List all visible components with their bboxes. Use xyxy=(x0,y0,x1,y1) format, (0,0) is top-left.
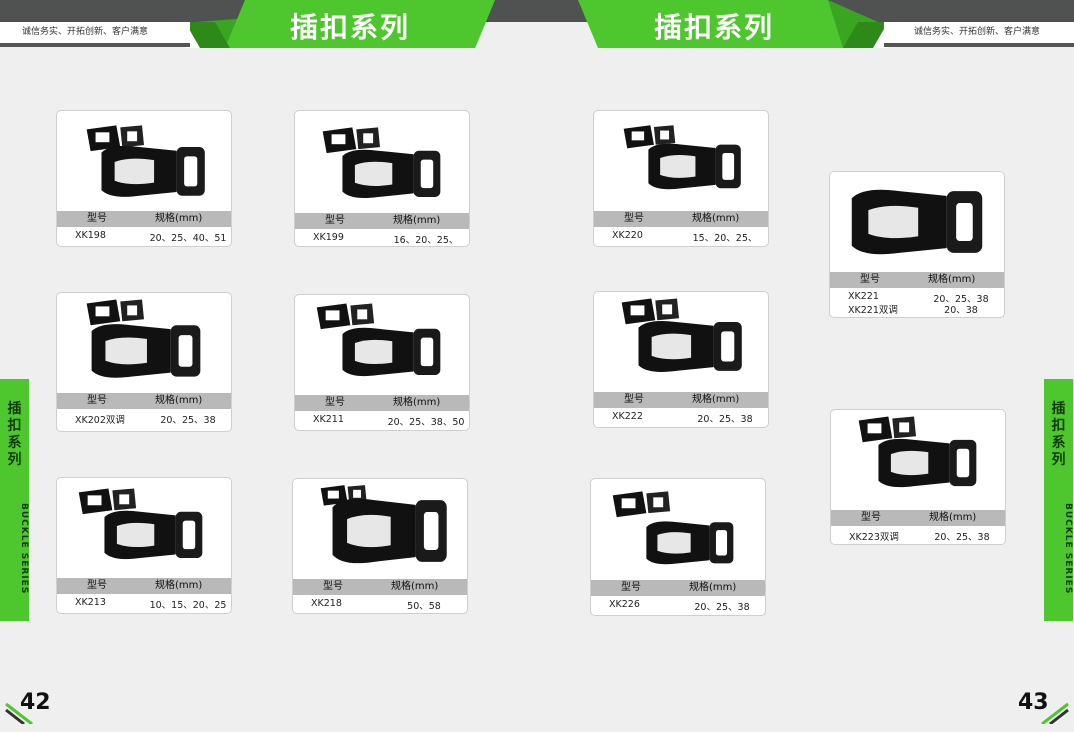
header-spec: 规格(mm) xyxy=(929,512,977,523)
header-model: 型号 xyxy=(621,582,641,593)
header-spec: 规格(mm) xyxy=(155,395,203,406)
slogan-underline-right xyxy=(884,43,1074,47)
side-label-cn: 插扣系列 xyxy=(7,401,22,468)
table-header: 型号 规格(mm) xyxy=(831,510,1005,526)
model-cell: XK202双调 xyxy=(75,415,125,426)
product-card[interactable]: 型号 规格(mm) XK211 20、25、38、50 xyxy=(294,294,470,431)
title-left: 插扣系列 xyxy=(290,11,411,44)
model-cell: XK211 xyxy=(313,414,344,425)
header-model: 型号 xyxy=(860,274,880,285)
product-image-buckle xyxy=(623,125,741,190)
title-right: 插扣系列 xyxy=(654,11,775,44)
table-header: 型号 规格(mm) xyxy=(594,211,768,227)
model-cell: XK199 xyxy=(313,232,344,243)
header-spec: 规格(mm) xyxy=(689,582,737,593)
product-image-buckle xyxy=(621,298,742,372)
product-card[interactable]: 型号 规格(mm) XK223双调 20、25、38 xyxy=(830,409,1006,545)
header-model: 型号 xyxy=(87,395,107,406)
side-tab-right: 插扣系列 BUCKLE SERIES xyxy=(1044,379,1073,621)
side-label-cn: 插扣系列 xyxy=(1051,401,1066,468)
header-model: 型号 xyxy=(323,581,343,592)
model-cell: XK220 xyxy=(612,230,643,241)
spec-cell: 20、25、38 xyxy=(694,602,750,613)
model-cell: XK221双调 xyxy=(848,305,898,316)
product-image-buckle xyxy=(612,491,734,565)
table-header: 型号 规格(mm) xyxy=(57,211,231,227)
spec-cell: 15、20、25、32、40、50 xyxy=(692,233,758,244)
table-header: 型号 规格(mm) xyxy=(295,395,469,411)
side-tab-left: 插扣系列 BUCKLE SERIES xyxy=(0,379,29,621)
spec-cell: 20、38 xyxy=(944,305,978,316)
header-spec: 规格(mm) xyxy=(155,213,203,224)
table-header: 型号 规格(mm) xyxy=(830,272,1004,288)
product-image-buckle xyxy=(858,416,977,488)
header-model: 型号 xyxy=(325,397,345,408)
header-model: 型号 xyxy=(87,213,107,224)
side-label-en: BUCKLE SERIES xyxy=(1063,503,1073,595)
header-model: 型号 xyxy=(624,394,644,405)
spec-cell: 20、25、38 xyxy=(934,532,990,543)
top-bar xyxy=(0,0,1074,22)
model-cell: XK226 xyxy=(609,599,640,610)
product-image-buckle xyxy=(78,488,203,560)
product-card[interactable]: 型号 规格(mm) XK226 20、25、38 xyxy=(590,478,766,616)
model-cell: XK221 xyxy=(848,291,879,302)
product-card[interactable]: 型号 规格(mm) XK221 20、25、38 XK221双调 20、38 xyxy=(829,171,1005,318)
product-image-buckle xyxy=(851,189,983,255)
product-image-buckle xyxy=(86,299,201,378)
product-image-buckle xyxy=(86,125,205,197)
product-card[interactable]: 型号 规格(mm) XK198 20、25、40、51 xyxy=(56,110,232,247)
product-card[interactable]: 型号 规格(mm) XK202双调 20、25、38 xyxy=(56,292,232,432)
model-cell: XK222 xyxy=(612,411,643,422)
model-cell: XK223双调 xyxy=(849,532,899,543)
spec-cell: 20、25、38 xyxy=(697,414,753,425)
page-number-right: 43 xyxy=(1018,690,1049,715)
header-spec: 规格(mm) xyxy=(393,215,441,226)
table-header: 型号 规格(mm) xyxy=(57,393,231,409)
page-number-left: 42 xyxy=(20,690,51,715)
spec-cell: 20、25、40、51 xyxy=(149,233,227,244)
header-model: 型号 xyxy=(325,215,345,226)
table-header: 型号 规格(mm) xyxy=(295,213,469,229)
spec-cell: 20、25、38、50 xyxy=(387,417,465,428)
product-card[interactable]: 型号 规格(mm) XK222 20、25、38 xyxy=(593,291,769,428)
product-image-buckle xyxy=(320,485,447,564)
table-header: 型号 规格(mm) xyxy=(57,578,231,594)
spec-cell: 20、25、38 xyxy=(160,415,216,426)
model-cell: XK213 xyxy=(75,597,106,608)
header-model: 型号 xyxy=(861,512,881,523)
product-card[interactable]: 型号 规格(mm) XK218 50、58 xyxy=(292,478,468,614)
model-cell: XK198 xyxy=(75,230,106,241)
table-header: 型号 规格(mm) xyxy=(594,392,768,408)
side-label-en: BUCKLE SERIES xyxy=(19,503,29,595)
model-cell: XK218 xyxy=(311,598,342,609)
header-model: 型号 xyxy=(87,580,107,591)
header-spec: 规格(mm) xyxy=(692,213,740,224)
table-header: 型号 规格(mm) xyxy=(591,580,765,596)
product-image-buckle xyxy=(316,303,441,377)
header-model: 型号 xyxy=(624,213,644,224)
header-spec: 规格(mm) xyxy=(692,394,740,405)
product-card[interactable]: 型号 规格(mm) XK199 16、20、25、32、38、50 xyxy=(294,110,470,247)
header-spec: 规格(mm) xyxy=(928,274,976,285)
table-header: 型号 规格(mm) xyxy=(293,579,467,595)
header-spec: 规格(mm) xyxy=(393,397,441,408)
product-card[interactable]: 型号 规格(mm) XK213 10、15、20、25 xyxy=(56,477,232,614)
product-card[interactable]: 型号 规格(mm) XK220 15、20、25、32、40、50 xyxy=(593,110,769,247)
slogan-underline-left xyxy=(0,43,190,47)
header-spec: 规格(mm) xyxy=(391,581,439,592)
spec-cell: 10、15、20、25 xyxy=(149,600,227,611)
spec-cell: 50、58 xyxy=(407,601,441,612)
product-image-buckle xyxy=(322,127,441,199)
header-spec: 规格(mm) xyxy=(155,580,203,591)
spec-cell: 16、20、25、32、38、50 xyxy=(393,235,459,246)
